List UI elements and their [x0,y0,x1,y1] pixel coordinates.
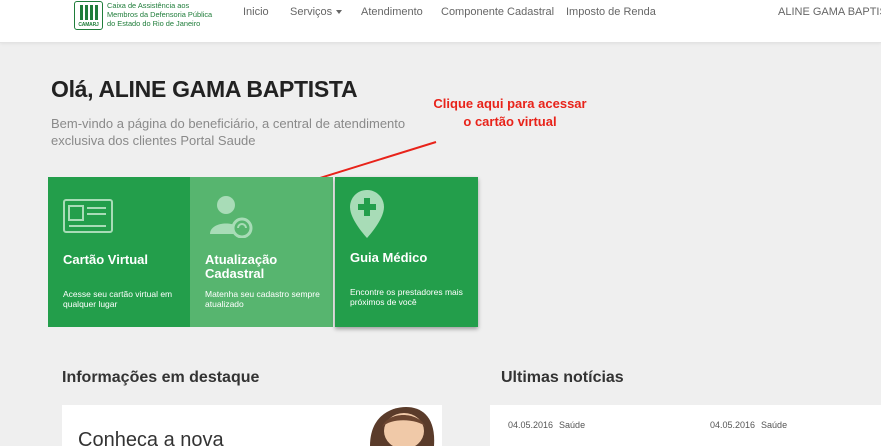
news-date: 04.05.2016 [710,420,756,430]
map-pin-plus-icon [350,190,384,238]
news-item-meta: 04.05.2016 Saúde [710,420,787,430]
news-title: Ultimas notícias [501,369,624,386]
news-category: Saúde [761,420,788,430]
tile-description: Acesse seu cartão virtual em qualquer lu… [63,289,173,309]
promo-image [362,405,442,446]
news-category: Saúde [559,420,586,430]
tile-title: Cartão Virtual [63,252,149,267]
tile-description: Encontre os prestadores mais próximos de… [350,287,463,307]
id-card-icon [63,199,113,233]
news-headline[interactable] [710,441,810,446]
tile-description: Matenha seu cadastro sempre atualizado [205,289,320,309]
promo-text: Conheça a nova [78,429,224,446]
user-sync-icon [210,196,253,238]
promo-card[interactable]: Conheça a nova [62,405,442,446]
tile-title: Atualização Cadastral [205,252,278,281]
news-item-meta: 04.05.2016 Saúde [508,420,585,430]
tile-title: Guia Médico [350,250,428,265]
highlights-title: Informações em destaque [62,369,260,386]
news-date: 04.05.2016 [508,420,554,430]
news-list: 04.05.2016 Saúde 04.05.2016 Saúde [490,405,881,446]
tile-guia-medico[interactable]: Guia Médico Encontre os prestadores mais… [335,177,478,327]
tile-cartao-virtual[interactable]: Cartão Virtual Acesse seu cartão virtual… [48,177,190,327]
person-photo-icon [370,407,435,446]
tile-atualizacao-cadastral[interactable]: Atualização Cadastral Matenha seu cadast… [190,177,333,327]
news-headline[interactable] [508,441,608,446]
